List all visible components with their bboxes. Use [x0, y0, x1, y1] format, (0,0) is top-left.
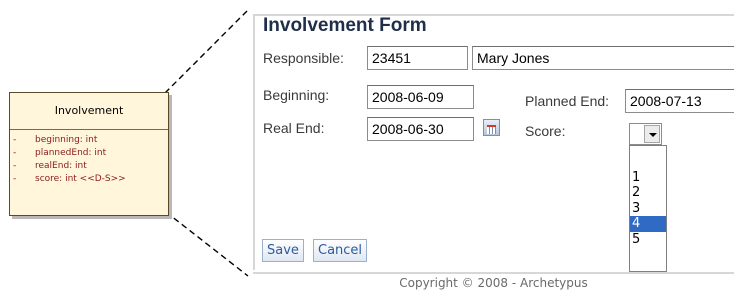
uml-attribute-visibility: -	[13, 135, 17, 145]
form-title: Involvement Form	[263, 15, 427, 36]
uml-attribute: - beginning: int	[12, 134, 168, 147]
uml-attribute-visibility: -	[13, 161, 17, 171]
uml-attribute: - realEnd: int	[12, 160, 168, 173]
beginning-label: Beginning:	[263, 87, 330, 103]
connector-top-line	[164, 9, 249, 94]
score-dropdown-list[interactable]: 1 2 3 4 5	[629, 145, 667, 272]
planned-end-label: Planned End:	[525, 93, 610, 109]
uml-attribute-visibility: -	[13, 174, 17, 184]
responsible-id-field[interactable]: 23451	[367, 46, 468, 70]
uml-attribute-list: - beginning: int - plannedEnd: int - rea…	[10, 130, 168, 186]
responsible-label: Responsible:	[263, 50, 344, 66]
save-button[interactable]: Save	[262, 239, 304, 262]
copyright-footer: Copyright © 2008 - Archetypus	[399, 276, 588, 290]
uml-attribute-text: score: int <<D-S>>	[35, 174, 126, 184]
calendar-icon[interactable]	[483, 119, 500, 136]
uml-class-title: Involvement	[10, 93, 168, 130]
responsible-name-field[interactable]: Mary Jones	[472, 46, 734, 70]
uml-class-box: Involvement - beginning: int - plannedEn…	[9, 92, 169, 216]
chevron-down-icon[interactable]	[644, 125, 660, 143]
real-end-date-field[interactable]: 2008-06-30	[367, 117, 474, 141]
uml-attribute-visibility: -	[13, 148, 17, 158]
score-option[interactable]: 1	[630, 170, 666, 185]
form-left-border	[253, 14, 255, 270]
cancel-button[interactable]: Cancel	[313, 239, 368, 262]
score-option[interactable]: 2	[630, 185, 666, 200]
connector-bottom-line	[165, 211, 249, 277]
calendar-icon-grid	[487, 125, 496, 134]
planned-end-date-field[interactable]: 2008-07-13	[625, 89, 734, 113]
involvement-form: Involvement Form Responsible: 23451 Mary…	[253, 14, 734, 290]
beginning-date-field[interactable]: 2008-06-09	[367, 85, 474, 109]
uml-attribute: - score: int <<D-S>>	[12, 173, 168, 186]
footer-divider	[253, 272, 734, 274]
score-option-highlighted[interactable]: 4	[630, 216, 666, 232]
score-select[interactable]	[629, 123, 662, 145]
uml-attribute-text: beginning: int	[35, 135, 98, 145]
real-end-label: Real End:	[263, 120, 325, 136]
uml-attribute-text: plannedEnd: int	[35, 148, 107, 158]
score-option[interactable]: 5	[630, 232, 666, 247]
score-option[interactable]: 3	[630, 201, 666, 216]
uml-attribute-text: realEnd: int	[35, 161, 87, 171]
score-label: Score:	[525, 123, 566, 139]
uml-attribute: - plannedEnd: int	[12, 147, 168, 160]
